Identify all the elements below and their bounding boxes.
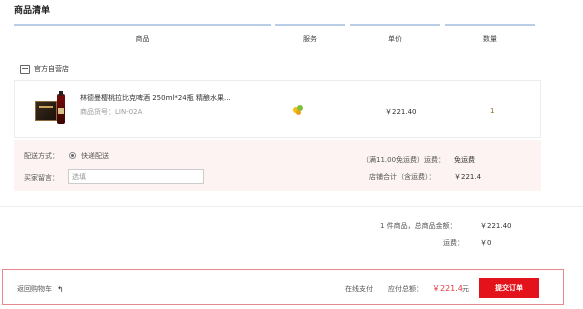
goods-total-label: 1 件商品，总商品金额： — [380, 222, 457, 230]
store-name: 官方自营店 — [34, 65, 69, 73]
submit-order-button[interactable]: 提交订单 — [479, 278, 539, 298]
product-price: ￥221.40 — [385, 108, 417, 116]
column-header-service: 服务 — [275, 24, 345, 44]
column-header-qty: 数量 — [445, 24, 535, 44]
store-row: 官方自营店 — [20, 64, 69, 74]
store-total-label: 店铺合计（含运费）： — [369, 173, 436, 181]
payment-method: 在线支付 — [345, 285, 373, 293]
column-header-products: 商品 — [14, 24, 271, 44]
product-qty: 1 — [490, 107, 495, 115]
product-box-image — [35, 101, 57, 121]
express-radio[interactable] — [69, 152, 76, 159]
store-icon — [20, 64, 30, 74]
product-name[interactable]: 林德曼樱桃拉比克啤酒 250ml*24瓶 精酿水果... — [80, 93, 231, 103]
amount-due-value: ￥221.4 — [432, 284, 463, 293]
shipping-fee-value: 免运费 — [454, 156, 475, 164]
divider — [0, 206, 583, 207]
shipping-fee-label: （满11.00免运费）运费： — [362, 156, 446, 164]
column-header-price: 单价 — [350, 24, 440, 44]
back-to-cart-link[interactable]: 返回购物车 ↰ — [17, 284, 64, 294]
product-bottle-image — [57, 91, 65, 124]
store-total-value: ￥221.4 — [454, 173, 482, 181]
section-title: 商品清单 — [14, 6, 51, 16]
checkout-footer: 返回购物车 ↰ 在线支付 应付总额： ￥221.4 元 提交订单 — [2, 269, 564, 305]
amount-due-unit: 元 — [462, 285, 469, 293]
freight-label: 运费： — [443, 239, 464, 247]
buyer-memo-label: 买家留言： — [24, 174, 59, 182]
buyer-memo-input[interactable] — [68, 169, 204, 184]
order-item: 林德曼樱桃拉比克啤酒 250ml*24瓶 精酿水果... 商品货号：LIN-02… — [14, 80, 541, 138]
product-thumbnail[interactable] — [33, 91, 69, 126]
shipping-section: 配送方式： 快递配送 买家留言： （满11.00免运费）运费： 免运费 店铺合计… — [14, 140, 541, 191]
shipping-method-label: 配送方式： — [24, 152, 59, 160]
back-to-cart-label: 返回购物车 — [17, 285, 52, 293]
product-code: 商品货号：LIN-02A — [80, 108, 143, 116]
express-option-label[interactable]: 快递配送 — [81, 151, 109, 161]
freight-value: ￥0 — [480, 239, 492, 247]
return-arrow-icon: ↰ — [57, 284, 64, 294]
amount-due-label: 应付总额： — [388, 285, 423, 293]
goods-total-value: ￥221.40 — [480, 222, 512, 230]
service-icon — [293, 105, 303, 115]
